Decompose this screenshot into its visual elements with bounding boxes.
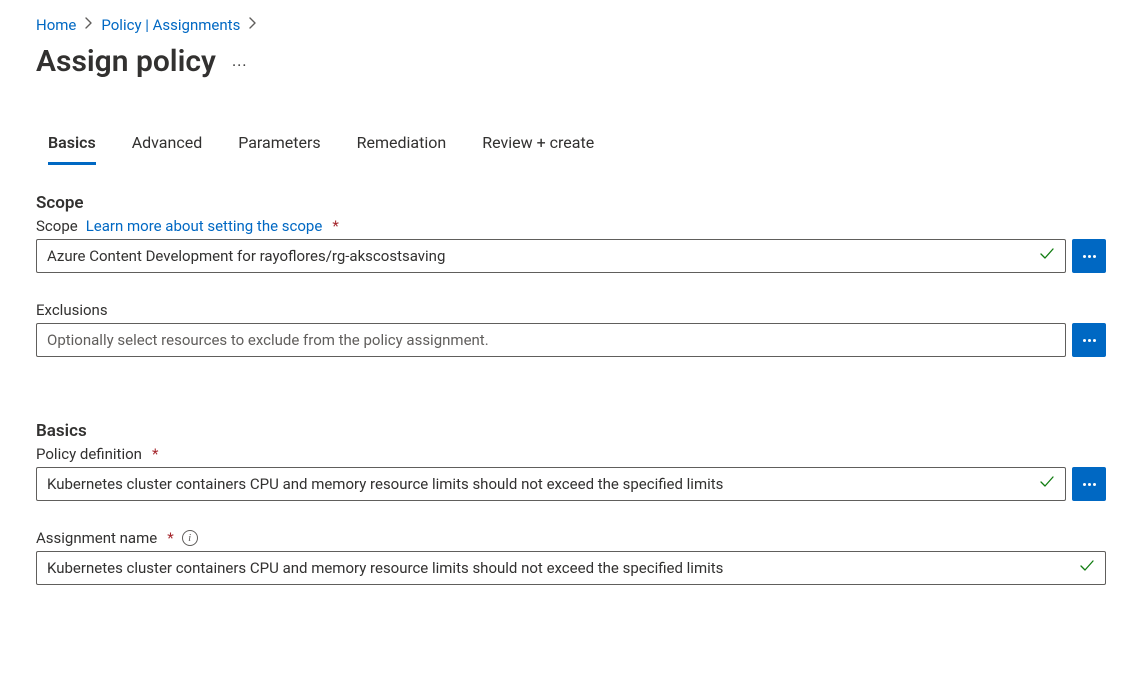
tab-advanced[interactable]: Advanced	[132, 127, 203, 165]
tab-basics[interactable]: Basics	[48, 127, 96, 165]
policy-definition-label-row: Policy definition *	[36, 445, 1106, 463]
required-indicator: *	[152, 445, 158, 463]
scope-label-row: Scope Learn more about setting the scope…	[36, 217, 1106, 235]
scope-label: Scope	[36, 217, 78, 235]
scope-picker-button[interactable]	[1072, 239, 1106, 273]
policy-definition-label: Policy definition	[36, 445, 142, 463]
tab-remediation[interactable]: Remediation	[357, 127, 447, 165]
breadcrumb: Home Policy | Assignments	[36, 16, 1106, 34]
exclusions-input[interactable]	[36, 323, 1066, 357]
ellipsis-icon	[1083, 339, 1096, 342]
scope-learn-more-link[interactable]: Learn more about setting the scope	[86, 217, 323, 235]
policy-definition-picker-button[interactable]	[1072, 467, 1106, 501]
tab-parameters[interactable]: Parameters	[238, 127, 320, 165]
tabs: Basics Advanced Parameters Remediation R…	[36, 127, 1106, 165]
ellipsis-icon	[1083, 255, 1096, 258]
assignment-name-label-row: Assignment name * i	[36, 529, 1106, 547]
assignment-name-label: Assignment name	[36, 529, 157, 547]
page-header: Assign policy ···	[36, 44, 1106, 79]
basics-heading: Basics	[36, 421, 1106, 441]
scope-input[interactable]	[36, 239, 1066, 273]
info-icon[interactable]: i	[182, 530, 198, 546]
breadcrumb-policy-assignments[interactable]: Policy | Assignments	[101, 16, 240, 34]
policy-definition-input[interactable]	[36, 467, 1066, 501]
breadcrumb-home[interactable]: Home	[36, 16, 76, 34]
page-title: Assign policy	[36, 44, 216, 79]
required-indicator: *	[167, 529, 173, 547]
scope-heading: Scope	[36, 193, 1106, 213]
chevron-right-icon	[248, 17, 257, 33]
tab-review-create[interactable]: Review + create	[482, 127, 594, 165]
exclusions-label: Exclusions	[36, 301, 108, 319]
exclusions-label-row: Exclusions	[36, 301, 1106, 319]
chevron-right-icon	[84, 17, 93, 33]
exclusions-picker-button[interactable]	[1072, 323, 1106, 357]
ellipsis-icon	[1083, 483, 1096, 486]
assignment-name-input[interactable]	[36, 551, 1106, 585]
required-indicator: *	[332, 217, 338, 235]
more-actions-icon[interactable]: ···	[232, 56, 248, 75]
